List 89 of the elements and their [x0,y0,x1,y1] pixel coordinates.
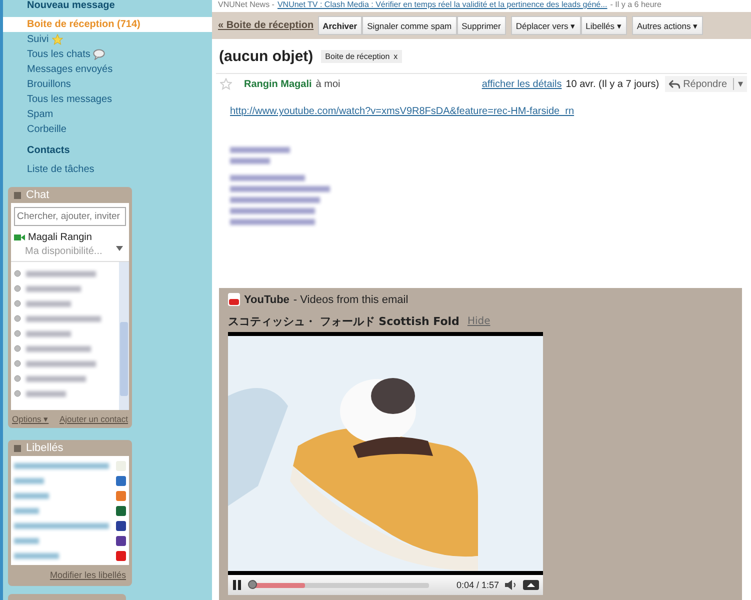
search-field[interactable]: Chercher, ajouter, inviter [14,207,126,226]
folder-link[interactable]: Tous les chats [3,47,212,62]
progress-thumb[interactable] [248,580,257,588]
brand-name: YouTube [244,294,290,306]
status-dot-icon [14,270,21,277]
blurred-contact-name[interactable] [26,330,71,336]
folder-link[interactable]: Suivi [3,32,212,47]
pause-icon[interactable] [232,580,242,590]
subject-title: (aucun objet) [219,48,314,65]
video-title: スコティッシュ・ フォールド Scottish Fold [228,314,460,329]
status-dot-icon [14,390,21,397]
status-dot-icon [14,360,21,367]
availability-dropdown[interactable]: Ma disponibilité... [11,245,129,261]
reply-arrow-icon [669,80,680,88]
status-dot-icon [14,345,21,352]
folder-link[interactable]: Spam [3,107,212,122]
label-color-swatch[interactable] [116,490,126,500]
label-color-swatch[interactable] [116,476,126,486]
hide-link[interactable]: Hide [467,316,490,327]
panel-subtitle: - Videos from this email [293,294,408,306]
caret-icon [116,246,123,251]
status-dot-icon [14,300,21,307]
edit-labels-link[interactable]: Modifier les libellés [50,570,126,580]
status-dot-icon [14,330,21,337]
blurred-label-name[interactable] [14,538,39,544]
video-camera-icon [14,234,25,241]
tasks-link[interactable]: Liste de tâches [3,164,212,175]
blurred-contact-name[interactable] [26,390,66,396]
reply-button[interactable]: Répondre ▾ [665,76,747,92]
tag-text: Boite de réception [325,52,390,61]
blurred-contact-name[interactable] [26,316,101,322]
folder-link[interactable]: Tous les messages [3,92,212,107]
eject-icon[interactable] [523,580,539,590]
status-dot-icon [14,375,21,382]
show-details-link[interactable]: afficher les détails [482,78,562,90]
blurred-label-name[interactable] [14,462,109,468]
status-dot-icon [14,285,21,292]
blurred-contact-name[interactable] [26,360,96,366]
blurred-label-name[interactable] [14,492,49,498]
video-time: 0:04 / 1:57 [456,580,499,590]
blurred-contact-name[interactable] [26,286,81,292]
blurred-label-name[interactable] [14,508,39,514]
youtube-logo-icon [228,293,240,306]
compose-link[interactable]: Nouveau message [3,0,212,11]
scrollbar[interactable] [119,262,129,410]
news-time: - Il y a 6 heure [610,0,662,10]
blurred-contact-name[interactable] [26,300,71,306]
remove-tag-button[interactable]: x [394,52,398,61]
back-to-inbox-link[interactable]: « Boite de réception [218,20,314,31]
toolbar-button[interactable]: Supprimer [456,16,506,35]
label-color-swatch[interactable] [116,460,126,470]
reply-menu-caret[interactable]: ▾ [733,78,743,90]
contacts-link[interactable]: Contacts [3,145,212,156]
add-contact-link[interactable]: Ajouter un contact [59,414,128,424]
blurred-contact-name[interactable] [26,346,91,352]
label-color-swatch[interactable] [116,506,126,516]
recipient-text: à moi [316,78,340,90]
label-color-swatch[interactable] [116,550,126,560]
toolbar-button[interactable]: Signaler comme spam [362,16,457,35]
video-link[interactable]: http://www.youtube.com/watch?v=xmsV9R8FsDA&feature=rec-HM-farside_rn [230,106,574,117]
blurred-contact-name[interactable] [26,376,86,382]
news-link[interactable]: VNUnet TV : Clash Media : Vérifier en temps réel la validité et la pertinence des leads géné... [277,0,608,10]
toolbar-button[interactable]: Autres actions ▾ [632,16,704,35]
toolbar-button[interactable]: Archiver [318,16,362,35]
volume-icon[interactable] [505,580,517,590]
message-date: 10 avr. (Il y a 7 jours) [566,78,660,90]
blurred-label-name[interactable] [14,522,109,528]
collapse-icon[interactable] [14,192,21,198]
folder-link[interactable]: Messages envoyés [3,62,212,77]
user-name: Magali Rangin [28,232,92,243]
label-color-swatch[interactable] [116,536,126,546]
sender-name: Rangin Magali [244,78,312,90]
blurred-contact-name[interactable] [26,270,96,276]
toolbar-button[interactable]: Libellés ▾ [580,16,627,35]
panel-title: Libellés [26,442,64,454]
options-link[interactable]: Options ▾ [12,414,49,424]
collapse-icon[interactable] [14,444,21,452]
toolbar-button[interactable]: Déplacer vers ▾ [510,16,581,35]
folder-link[interactable]: Brouillons [3,77,212,92]
label-color-swatch[interactable] [116,520,126,530]
folder-link[interactable]: Corbeille [3,122,212,137]
star-icon[interactable] [220,78,232,90]
blurred-label-name[interactable] [14,478,44,484]
status-dot-icon [14,315,21,322]
chat-bubble-icon [93,49,106,60]
blurred-label-name[interactable] [14,552,59,558]
panel-title: Chat [26,189,50,201]
star-icon [52,34,63,45]
news-source: VNUNet News - [218,0,274,10]
